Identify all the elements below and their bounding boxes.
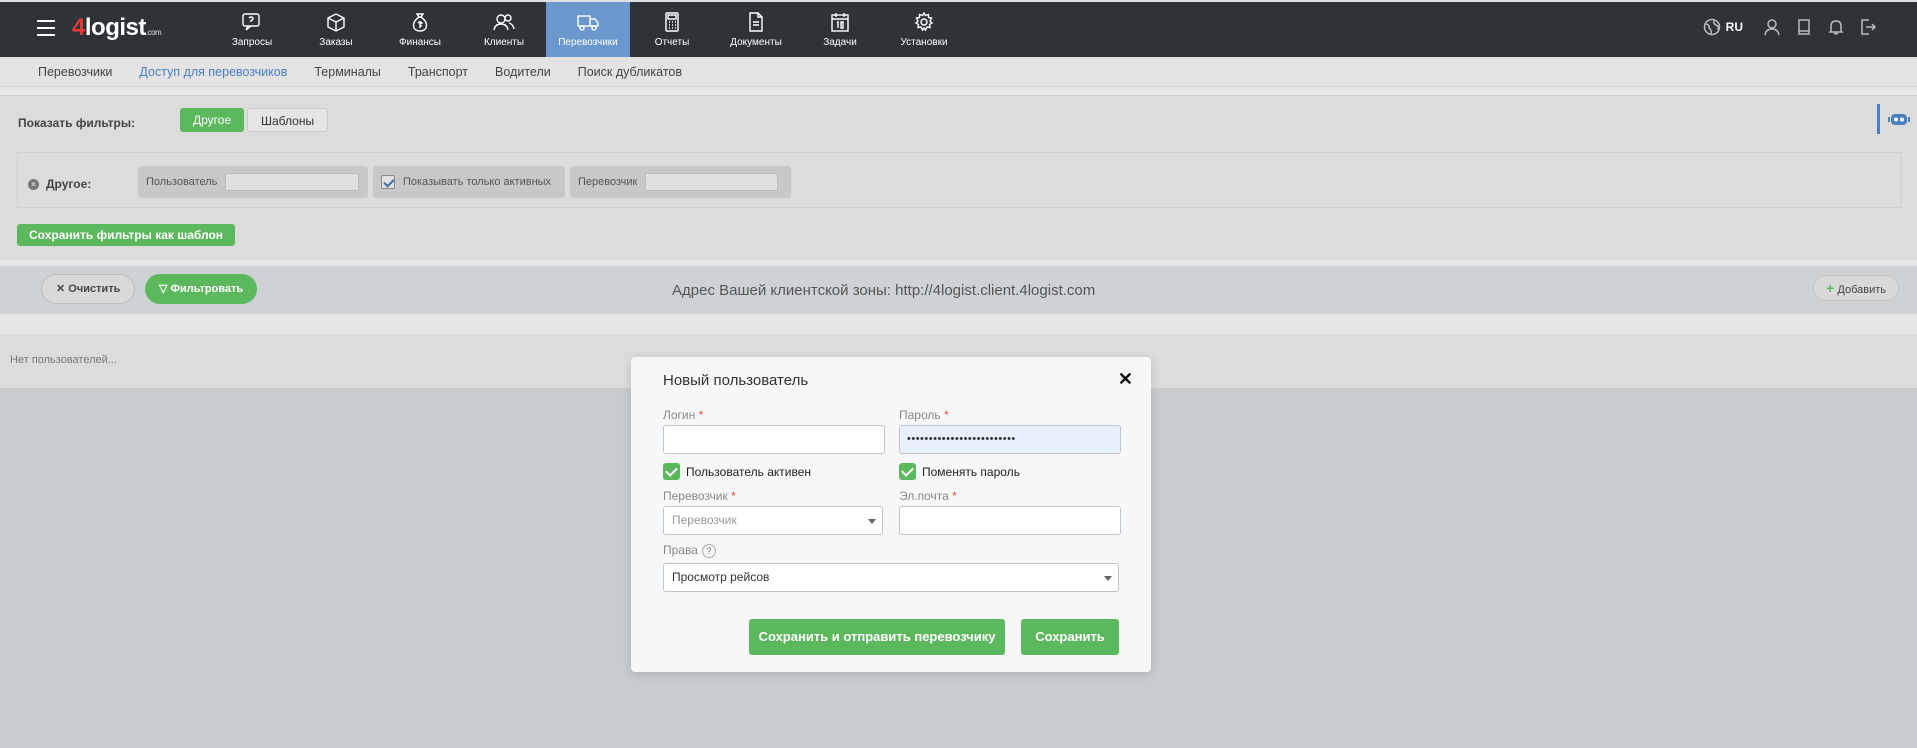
top-navbar: 4logist.com Запросы Заказы Финансы Клиен…	[0, 0, 1917, 57]
action-bar: ✕ Очистить ▽ Фильтровать Адрес Вашей кли…	[0, 266, 1917, 314]
nav-documents[interactable]: Документы	[714, 2, 798, 57]
show-filters-label: Показать фильтры:	[18, 116, 136, 130]
subnav-duplicates[interactable]: Поиск дубликатов	[578, 65, 682, 79]
logo[interactable]: 4logist.com	[72, 14, 162, 42]
carrier-label: Перевозчик *	[663, 489, 736, 503]
chevron-down-icon	[1104, 576, 1112, 581]
chat-question-icon	[242, 12, 260, 31]
subnav-drivers[interactable]: Водители	[495, 65, 551, 79]
nav-requests[interactable]: Запросы	[210, 2, 294, 57]
change-password-checkbox[interactable]: Поменять пароль	[899, 463, 1020, 480]
filter-button[interactable]: ▽ Фильтровать	[145, 274, 258, 304]
nav-clients[interactable]: Клиенты	[462, 2, 546, 57]
user-filter-input[interactable]	[225, 173, 360, 191]
only-active-checkbox[interactable]	[381, 175, 395, 189]
modal-title: Новый пользователь	[663, 372, 809, 389]
subnav-carrier-access[interactable]: Доступ для перевозчиков	[139, 65, 287, 79]
menu-icon[interactable]	[37, 20, 55, 36]
carrier-filter-input[interactable]	[645, 173, 779, 191]
box-icon	[327, 12, 345, 32]
user-icon[interactable]	[1763, 18, 1781, 36]
chevron-down-icon	[868, 519, 876, 524]
close-icon[interactable]: ✕	[1118, 369, 1133, 390]
document-icon	[749, 11, 763, 32]
email-field[interactable]	[899, 506, 1121, 535]
user-filter: Пользователь	[138, 166, 368, 198]
password-label: Пароль *	[899, 408, 949, 422]
clear-button[interactable]: ✕ Очистить	[41, 274, 136, 304]
login-label: Логин *	[663, 408, 704, 422]
filter-group-label: Другое:	[46, 177, 92, 191]
nav-finance[interactable]: Финансы	[378, 2, 462, 57]
funnel-icon: ▽	[159, 283, 171, 295]
filter-group-other: × Другое: Пользователь Показывать только…	[17, 152, 1902, 208]
gear-icon	[914, 11, 934, 31]
only-active-filter[interactable]: Показывать только активных	[373, 166, 565, 198]
calendar-icon	[831, 12, 849, 32]
users-icon	[493, 13, 515, 30]
book-icon[interactable]	[1795, 18, 1813, 36]
language-switch[interactable]: RU	[1703, 18, 1743, 36]
nav-tasks[interactable]: Задачи	[798, 2, 882, 57]
globe-icon	[1703, 18, 1720, 36]
sub-nav: Перевозчики Доступ для перевозчиков Терм…	[0, 57, 1917, 87]
client-zone-address: Адрес Вашей клиентской зоны: http://4log…	[672, 282, 1096, 299]
remove-filter-icon[interactable]: ×	[28, 179, 39, 190]
add-button[interactable]: + Добавить	[1813, 275, 1899, 301]
robot-icon[interactable]	[1877, 104, 1917, 134]
save-and-send-button[interactable]: Сохранить и отправить перевозчику	[749, 619, 1005, 655]
filter-tab-templates[interactable]: Шаблоны	[247, 108, 329, 132]
login-field[interactable]	[663, 425, 885, 454]
carrier-select[interactable]: Перевозчик	[663, 506, 883, 535]
nav-carriers[interactable]: Перевозчики	[546, 2, 630, 57]
rights-label: Права?	[663, 543, 716, 558]
bell-icon[interactable]	[1827, 18, 1845, 36]
carrier-filter: Перевозчик	[570, 166, 791, 198]
truck-icon	[577, 14, 599, 31]
save-button[interactable]: Сохранить	[1021, 619, 1119, 655]
help-icon[interactable]: ?	[701, 543, 716, 558]
subnav-carriers[interactable]: Перевозчики	[38, 65, 112, 79]
nav-settings[interactable]: Установки	[882, 2, 966, 57]
subnav-terminals[interactable]: Терминалы	[314, 65, 381, 79]
password-field[interactable]: •••••••••••••••••••••••••	[899, 425, 1121, 454]
top-right-tools: RU	[1703, 18, 1877, 36]
plus-icon: +	[1826, 280, 1835, 296]
money-bag-icon	[412, 12, 428, 32]
nav-orders[interactable]: Заказы	[294, 2, 378, 57]
logout-icon[interactable]	[1859, 18, 1877, 36]
save-filters-template-button[interactable]: Сохранить фильтры как шаблон	[17, 224, 236, 246]
empty-list-text: Нет пользователей...	[10, 354, 117, 366]
close-icon: ✕	[56, 283, 69, 295]
main-nav: Запросы Заказы Финансы Клиенты Перевозчи…	[210, 2, 966, 57]
nav-reports[interactable]: Отчеты	[630, 2, 714, 57]
checkbox-checked[interactable]	[663, 463, 680, 480]
new-user-modal: Новый пользователь ✕ Логин * Пароль * ••…	[631, 357, 1151, 672]
robot-face-icon	[1887, 114, 1910, 125]
filters-panel: Показать фильтры: Другое Шаблоны × Друго…	[0, 95, 1917, 260]
subnav-transport[interactable]: Транспорт	[408, 65, 468, 79]
user-active-checkbox[interactable]: Пользователь активен	[663, 463, 811, 480]
calculator-icon	[665, 11, 679, 32]
filter-tab-other[interactable]: Другое	[180, 108, 245, 132]
checkbox-checked[interactable]	[899, 463, 916, 480]
rights-select[interactable]: Просмотр рейсов	[663, 563, 1119, 592]
email-label: Эл.почта *	[899, 489, 957, 503]
